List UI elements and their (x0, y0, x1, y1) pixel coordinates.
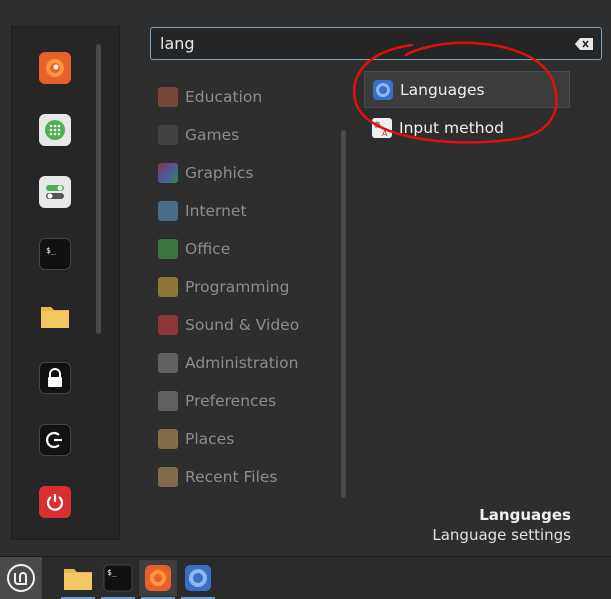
firefox-icon[interactable] (39, 52, 71, 84)
games-icon (158, 125, 178, 145)
result-input-method[interactable]: あA Input method (364, 109, 570, 146)
logout-icon[interactable] (39, 424, 71, 456)
svg-text:あ: あ (374, 121, 381, 129)
category-places[interactable]: Places (150, 420, 340, 458)
power-icon[interactable] (39, 486, 71, 518)
education-icon (158, 87, 178, 107)
terminal-icon[interactable]: $_ (39, 238, 71, 270)
search-value: lang (160, 34, 195, 53)
result-languages[interactable]: Languages (364, 71, 570, 108)
office-icon (158, 239, 178, 259)
taskbar: $_ (0, 556, 611, 599)
files-icon[interactable] (39, 300, 71, 332)
category-administration[interactable]: Administration (150, 344, 340, 382)
svg-text:$_: $_ (46, 246, 56, 255)
category-graphics[interactable]: Graphics (150, 154, 340, 192)
taskbar-languages-icon[interactable] (179, 560, 217, 599)
taskbar-firefox-icon[interactable] (139, 560, 177, 599)
sidebar-scrollbar[interactable] (96, 44, 101, 334)
svg-text:A: A (382, 129, 388, 138)
category-programming[interactable]: Programming (150, 268, 340, 306)
taskbar-terminal-icon[interactable]: $_ (99, 560, 137, 599)
administration-icon (158, 353, 178, 373)
preferences-icon (158, 391, 178, 411)
programming-icon (158, 277, 178, 297)
category-games[interactable]: Games (150, 116, 340, 154)
category-scrollbar[interactable] (341, 130, 346, 498)
languages-icon (373, 79, 393, 100)
places-icon (158, 429, 178, 449)
category-education[interactable]: Education (150, 78, 340, 116)
settings-icon[interactable] (39, 176, 71, 208)
internet-icon (158, 201, 178, 221)
sound-video-icon (158, 315, 178, 335)
input-method-icon: あA (372, 117, 392, 138)
clear-search-icon[interactable] (575, 38, 593, 50)
mint-menu-icon[interactable] (0, 557, 42, 599)
software-manager-icon[interactable] (39, 114, 71, 146)
svg-text:$_: $_ (107, 568, 117, 577)
graphics-icon (158, 163, 178, 183)
category-preferences[interactable]: Preferences (150, 382, 340, 420)
category-office[interactable]: Office (150, 230, 340, 268)
lock-icon[interactable] (39, 362, 71, 394)
application-menu: $_ lang Education Games Graphics Interne… (0, 0, 611, 556)
category-internet[interactable]: Internet (150, 192, 340, 230)
taskbar-files-icon[interactable] (59, 560, 97, 599)
search-input[interactable]: lang (150, 27, 602, 60)
recent-files-icon (158, 467, 178, 487)
category-sound-video[interactable]: Sound & Video (150, 306, 340, 344)
description-title: Languages (479, 506, 571, 524)
favorites-sidebar: $_ (11, 26, 120, 540)
category-recent-files[interactable]: Recent Files (150, 458, 340, 496)
description-subtitle: Language settings (432, 526, 571, 544)
